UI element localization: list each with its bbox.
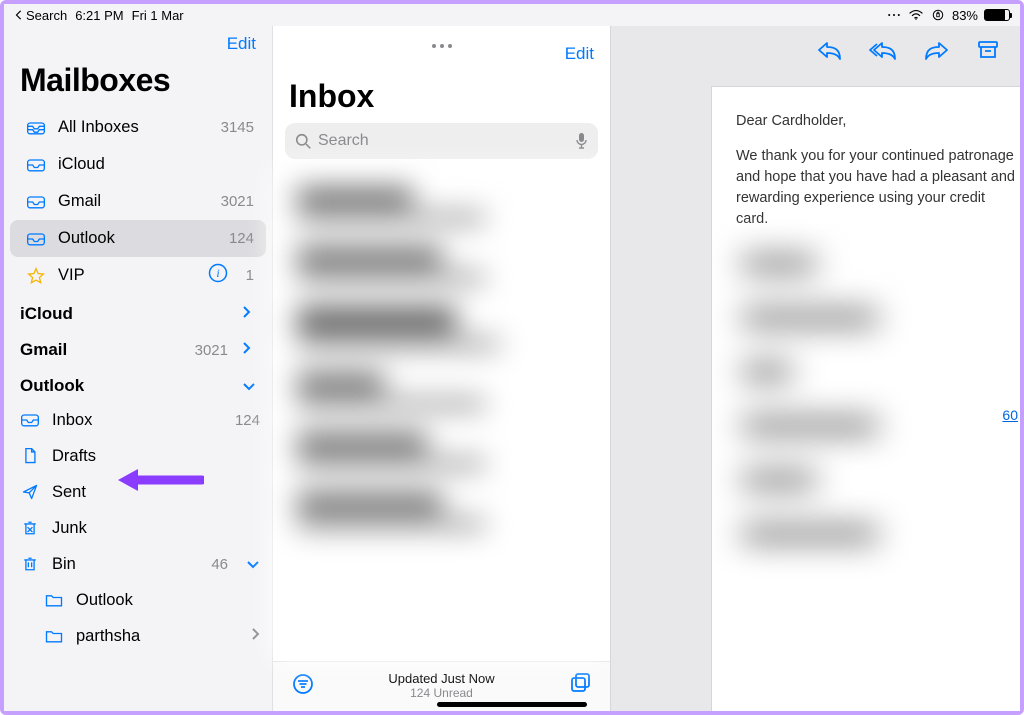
message-blurred	[712, 247, 1020, 711]
mailbox-count: 3021	[221, 193, 254, 210]
folder-label: Junk	[52, 519, 260, 538]
back-label: Search	[26, 8, 67, 23]
svg-text:i: i	[216, 266, 219, 280]
mailbox-label: All Inboxes	[58, 118, 209, 137]
sidebar-title: Mailboxes	[4, 58, 272, 109]
list-grabber[interactable]	[273, 26, 610, 48]
mailbox-count: 3145	[221, 119, 254, 136]
search-input[interactable]	[318, 132, 569, 150]
tray-icon	[26, 193, 46, 211]
footer-unread: 124 Unread	[410, 687, 473, 701]
section-label: iCloud	[20, 304, 73, 324]
compose-icon[interactable]	[568, 672, 592, 701]
mailbox-label: Outlook	[58, 229, 217, 248]
forward-button[interactable]	[924, 39, 950, 66]
footer-updated: Updated Just Now	[388, 672, 494, 687]
list-edit-button[interactable]: Edit	[565, 44, 594, 63]
sidebar-edit-button[interactable]: Edit	[227, 34, 256, 53]
folder-label: Bin	[52, 555, 199, 574]
tray-icon	[26, 230, 46, 248]
folder-inbox[interactable]: Inbox 124	[4, 402, 272, 438]
wifi-icon	[908, 9, 924, 21]
tray-icon	[26, 156, 46, 174]
mailbox-icloud[interactable]: iCloud	[10, 146, 266, 183]
chevron-down-icon[interactable]	[246, 555, 260, 574]
paperplane-icon	[20, 483, 40, 501]
list-title: Inbox	[273, 48, 610, 123]
folder-count: 124	[235, 412, 260, 429]
section-icloud[interactable]: iCloud	[4, 294, 272, 330]
folder-label: Sent	[52, 483, 260, 502]
star-icon	[26, 267, 46, 285]
chevron-right-icon	[242, 304, 254, 324]
subfolder-parthsha[interactable]: parthsha	[4, 618, 272, 654]
chevron-left-icon	[14, 10, 24, 20]
search-icon	[295, 133, 312, 150]
chevron-right-icon	[242, 340, 254, 360]
chevron-down-icon	[242, 376, 254, 396]
folder-label: Inbox	[52, 411, 223, 430]
tray-all-icon	[26, 119, 46, 137]
folder-icon	[44, 627, 64, 645]
rotation-lock-icon	[930, 9, 946, 21]
section-label: Gmail	[20, 340, 67, 360]
folder-label: parthsha	[76, 627, 239, 646]
message-list-column: Edit Inbox Updated Just Now 124 Unread	[272, 26, 610, 711]
subfolder-outlook[interactable]: Outlook	[4, 582, 272, 618]
section-gmail[interactable]: Gmail 3021	[4, 330, 272, 366]
message-link[interactable]: 60	[1002, 407, 1018, 423]
folder-sent[interactable]: Sent	[4, 474, 272, 510]
dictation-icon[interactable]	[575, 132, 588, 150]
mailbox-count: 124	[229, 230, 254, 247]
mailbox-vip[interactable]: VIP i 1	[10, 257, 266, 294]
status-time: 6:21 PM	[75, 8, 123, 23]
drag-dots-icon	[432, 44, 452, 48]
section-label: Outlook	[20, 376, 84, 396]
info-icon[interactable]: i	[208, 263, 228, 288]
tray-icon	[20, 411, 40, 429]
mailbox-count: 1	[246, 267, 254, 284]
status-date: Fri 1 Mar	[132, 8, 184, 23]
folder-icon	[44, 591, 64, 609]
folder-junk[interactable]: Junk	[4, 510, 272, 546]
folder-bin[interactable]: Bin 46	[4, 546, 272, 582]
three-dots-icon	[886, 9, 902, 21]
mailbox-label: Gmail	[58, 192, 209, 211]
section-count: 3021	[195, 342, 228, 359]
folder-label: Drafts	[52, 447, 260, 466]
document-icon	[20, 447, 40, 465]
message-greeting: Dear Cardholder,	[736, 111, 1020, 132]
archive-button[interactable]	[976, 39, 1000, 66]
message-toolbar	[611, 32, 1020, 72]
mailbox-label: VIP	[58, 266, 196, 285]
search-bar[interactable]	[285, 123, 598, 159]
home-indicator[interactable]	[437, 702, 587, 707]
folder-drafts[interactable]: Drafts	[4, 438, 272, 474]
message-content[interactable]: Dear Cardholder, We thank you for your c…	[711, 86, 1020, 711]
battery-icon	[984, 9, 1010, 21]
message-pane: Dear Cardholder, We thank you for your c…	[610, 26, 1020, 711]
reply-all-button[interactable]	[868, 39, 898, 66]
section-outlook[interactable]: Outlook	[4, 366, 272, 402]
trash-icon	[20, 555, 40, 573]
message-list-blurred	[273, 169, 610, 661]
back-to-search[interactable]: Search	[14, 8, 67, 23]
folder-count: 46	[211, 556, 228, 573]
mailbox-gmail[interactable]: Gmail 3021	[10, 183, 266, 220]
status-bar: Search 6:21 PM Fri 1 Mar 83%	[4, 4, 1020, 26]
mailbox-outlook[interactable]: Outlook 124	[10, 220, 266, 257]
message-body-text: We thank you for your continued patronag…	[736, 146, 1020, 230]
chevron-right-icon	[251, 627, 260, 646]
filter-icon[interactable]	[291, 672, 315, 701]
battery-percent: 83%	[952, 8, 978, 23]
folder-label: Outlook	[76, 591, 260, 610]
reply-button[interactable]	[816, 39, 842, 66]
mailbox-all-inboxes[interactable]: All Inboxes 3145	[10, 109, 266, 146]
sidebar: Edit Mailboxes All Inboxes 3145 iCloud G…	[4, 26, 272, 711]
mailbox-label: iCloud	[58, 155, 242, 174]
junk-icon	[20, 519, 40, 537]
